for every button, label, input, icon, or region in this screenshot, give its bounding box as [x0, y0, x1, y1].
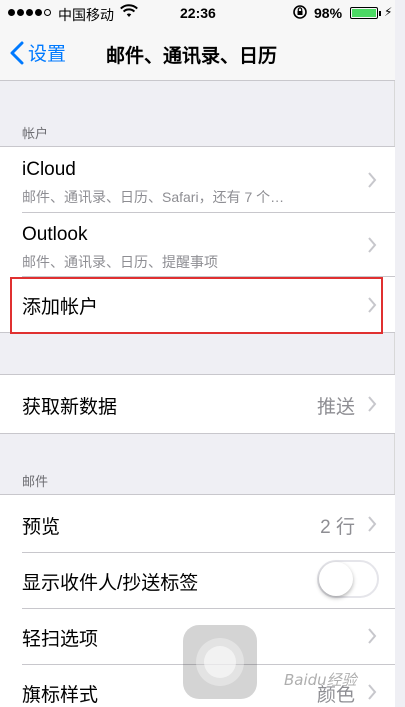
chevron-right-icon [368, 516, 377, 532]
navigation-bar: 设置 邮件、通讯录、日历 [0, 26, 395, 81]
chevron-left-icon [10, 41, 24, 64]
fetch-group: 获取新数据 推送 [0, 374, 395, 434]
clock: 22:36 [180, 5, 216, 21]
show-to-cc-row: 显示收件人/抄送标签 [0, 552, 395, 608]
flag-style-title: 旗标样式 [22, 685, 99, 706]
assistive-touch-button[interactable] [183, 625, 257, 699]
fetch-new-data-row[interactable]: 获取新数据 推送 [0, 375, 395, 433]
account-title: Outlook [22, 224, 88, 245]
battery-icon [350, 7, 381, 19]
preview-title: 预览 [22, 517, 61, 538]
fetch-title: 获取新数据 [22, 397, 118, 418]
page-title: 邮件、通讯录、日历 [106, 46, 278, 67]
chevron-right-icon [368, 237, 377, 253]
show-to-cc-title: 显示收件人/抄送标签 [22, 573, 199, 594]
show-to-cc-toggle[interactable] [317, 560, 379, 598]
add-account-label: 添加帐户 [22, 297, 99, 318]
chevron-right-icon [368, 396, 377, 412]
chevron-right-icon [368, 172, 377, 188]
back-button[interactable]: 设置 [10, 39, 66, 66]
account-title: iCloud [22, 159, 76, 180]
chevron-right-icon [368, 628, 377, 644]
watermark: Baidu经验 [284, 671, 357, 689]
settings-screen: 中国移动 22:36 98% ⚡ 设置 邮件、通讯录、日历 帐户 iCloud … [0, 0, 395, 707]
accounts-group: iCloud 邮件、通讯录、日历、Safari，还有 7 个… Outlook … [0, 146, 395, 333]
bolt-icon: ⚡ [384, 5, 393, 19]
account-row-outlook[interactable]: Outlook 邮件、通讯录、日历、提醒事项 [0, 212, 395, 276]
section-header-mail: 邮件 [22, 474, 49, 489]
status-bar: 中国移动 22:36 98% ⚡ [0, 0, 395, 26]
signal-strength-icon [8, 9, 51, 16]
account-row-icloud[interactable]: iCloud 邮件、通讯录、日历、Safari，还有 7 个… [0, 147, 395, 212]
chevron-right-icon [368, 297, 377, 313]
fetch-value: 推送 [316, 397, 355, 418]
swipe-options-title: 轻扫选项 [22, 629, 99, 650]
section-header-accounts: 帐户 [22, 126, 49, 141]
chevron-right-icon [368, 684, 377, 700]
battery-percent: 98% [314, 5, 343, 21]
preview-row[interactable]: 预览 2 行 [0, 495, 395, 552]
carrier-label: 中国移动 [58, 7, 114, 23]
preview-value: 2 行 [320, 517, 355, 538]
account-subtitle: 邮件、通讯录、日历、Safari，还有 7 个… [22, 189, 285, 205]
rotation-lock-icon [292, 4, 308, 23]
add-account-button[interactable]: 添加帐户 [0, 276, 395, 332]
account-subtitle: 邮件、通讯录、日历、提醒事项 [22, 254, 218, 270]
back-label: 设置 [28, 44, 67, 65]
wifi-icon [120, 3, 138, 22]
